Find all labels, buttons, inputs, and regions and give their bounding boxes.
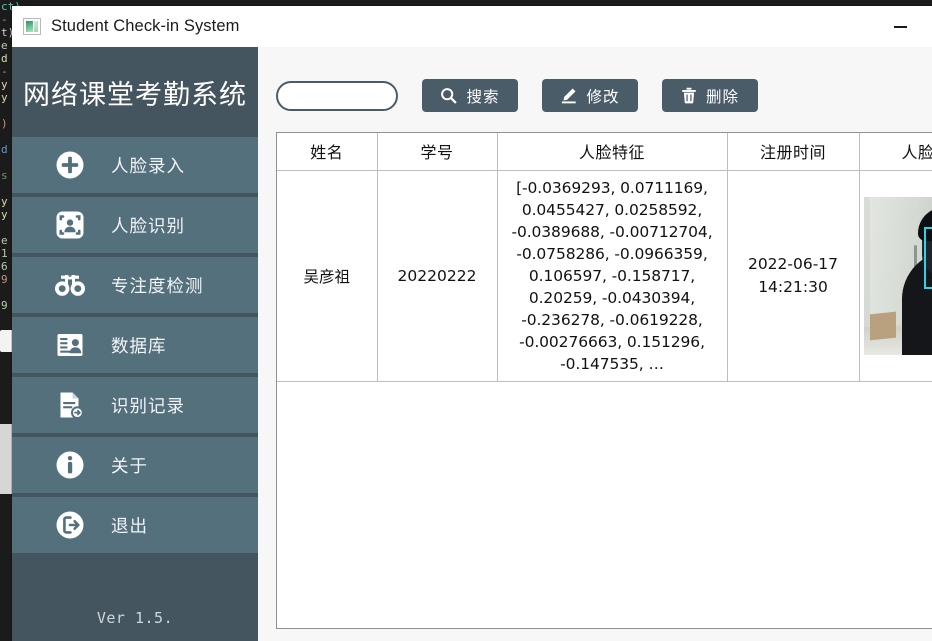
delete-button-label: 删除 (706, 85, 739, 107)
sidebar-item-label: 关于 (111, 453, 148, 478)
table-header-row: 姓名 学号 人脸特征 注册时间 人脸 (277, 133, 932, 170)
table-header: 姓名 学号 人脸特征 注册时间 人脸 (277, 133, 932, 170)
face-detection-box (924, 227, 932, 289)
sidebar-item-about[interactable]: 关于 (12, 437, 258, 493)
pencil-icon (560, 87, 577, 104)
cell-register-time[interactable]: 2022-06-17 14:21:30 (727, 170, 859, 381)
search-button[interactable]: 搜索 (422, 79, 518, 112)
sidebar-item-label: 人脸识别 (111, 213, 185, 238)
edit-button-label: 修改 (586, 85, 619, 107)
sidebar-spacer (12, 553, 258, 609)
magnifier-icon (440, 87, 457, 104)
cell-student-id[interactable]: 20220222 (377, 170, 497, 381)
binoculars-icon (54, 269, 86, 301)
table-body: 吴彦祖 20220222 [-0.0369293, 0.0711169, 0.0… (277, 170, 932, 381)
sidebar-item-focus-detection[interactable]: 专注度检测 (12, 257, 258, 313)
sidebar-item-face-enroll[interactable]: 人脸录入 (12, 137, 258, 193)
id-card-icon (54, 329, 86, 361)
column-header-student-id[interactable]: 学号 (377, 133, 497, 170)
sidebar-item-face-recognition[interactable]: 人脸识别 (12, 197, 258, 253)
webcam-face-photo (864, 197, 932, 355)
minimize-button[interactable] (880, 6, 920, 47)
data-table: 姓名 学号 人脸特征 注册时间 人脸 吴彦祖 20220222 [-0.0369… (277, 133, 932, 382)
app-window-icon (23, 18, 41, 35)
cell-name[interactable]: 吴彦祖 (277, 170, 377, 381)
window-title: Student Check-in System (51, 17, 239, 36)
sidebar-item-label: 人脸录入 (111, 153, 185, 178)
data-table-container[interactable]: 姓名 学号 人脸特征 注册时间 人脸 吴彦祖 20220222 [-0.0369… (276, 132, 932, 629)
sidebar-item-label: 数据库 (111, 333, 167, 358)
sidebar-item-label: 识别记录 (111, 393, 185, 418)
sidebar-header: 网络课堂考勤系统 (12, 47, 258, 137)
file-export-icon (54, 389, 86, 421)
edit-button[interactable]: 修改 (542, 79, 638, 112)
sidebar-title: 网络课堂考勤系统 (23, 73, 247, 112)
column-header-time[interactable]: 注册时间 (727, 133, 859, 170)
application-window: Student Check-in System 网络课堂考勤系统 (12, 6, 932, 641)
sidebar: 网络课堂考勤系统 人脸录入 (12, 47, 258, 641)
plus-circle-icon (54, 149, 86, 181)
info-circle-icon (54, 449, 86, 481)
sidebar-item-label: 退出 (111, 513, 148, 538)
sidebar-item-label: 专注度检测 (111, 273, 204, 298)
version-label: Ver 1.5. (12, 609, 258, 641)
sidebar-item-recognition-records[interactable]: 识别记录 (12, 377, 258, 433)
search-input[interactable] (276, 81, 398, 111)
delete-button[interactable]: 删除 (662, 79, 758, 112)
table-row[interactable]: 吴彦祖 20220222 [-0.0369293, 0.0711169, 0.0… (277, 170, 932, 381)
cell-photo[interactable] (859, 170, 932, 381)
title-bar: Student Check-in System (12, 6, 932, 47)
cell-features[interactable]: [-0.0369293, 0.0711169, 0.0455427, 0.025… (497, 170, 727, 381)
minimize-icon (894, 26, 907, 28)
toolbar: 搜索 修改 (258, 47, 932, 112)
sidebar-item-database[interactable]: 数据库 (12, 317, 258, 373)
logout-icon (54, 509, 86, 541)
search-button-label: 搜索 (466, 85, 499, 107)
column-header-features[interactable]: 人脸特征 (497, 133, 727, 170)
column-header-name[interactable]: 姓名 (277, 133, 377, 170)
window-body: 网络课堂考勤系统 人脸录入 (12, 47, 932, 641)
face-scan-icon (54, 209, 86, 241)
sidebar-item-exit[interactable]: 退出 (12, 497, 258, 553)
trash-icon (681, 87, 697, 104)
column-header-photo[interactable]: 人脸 (859, 133, 932, 170)
main-content: 搜索 修改 (258, 47, 932, 641)
sidebar-menu: 人脸录入 人脸识别 (12, 137, 258, 553)
